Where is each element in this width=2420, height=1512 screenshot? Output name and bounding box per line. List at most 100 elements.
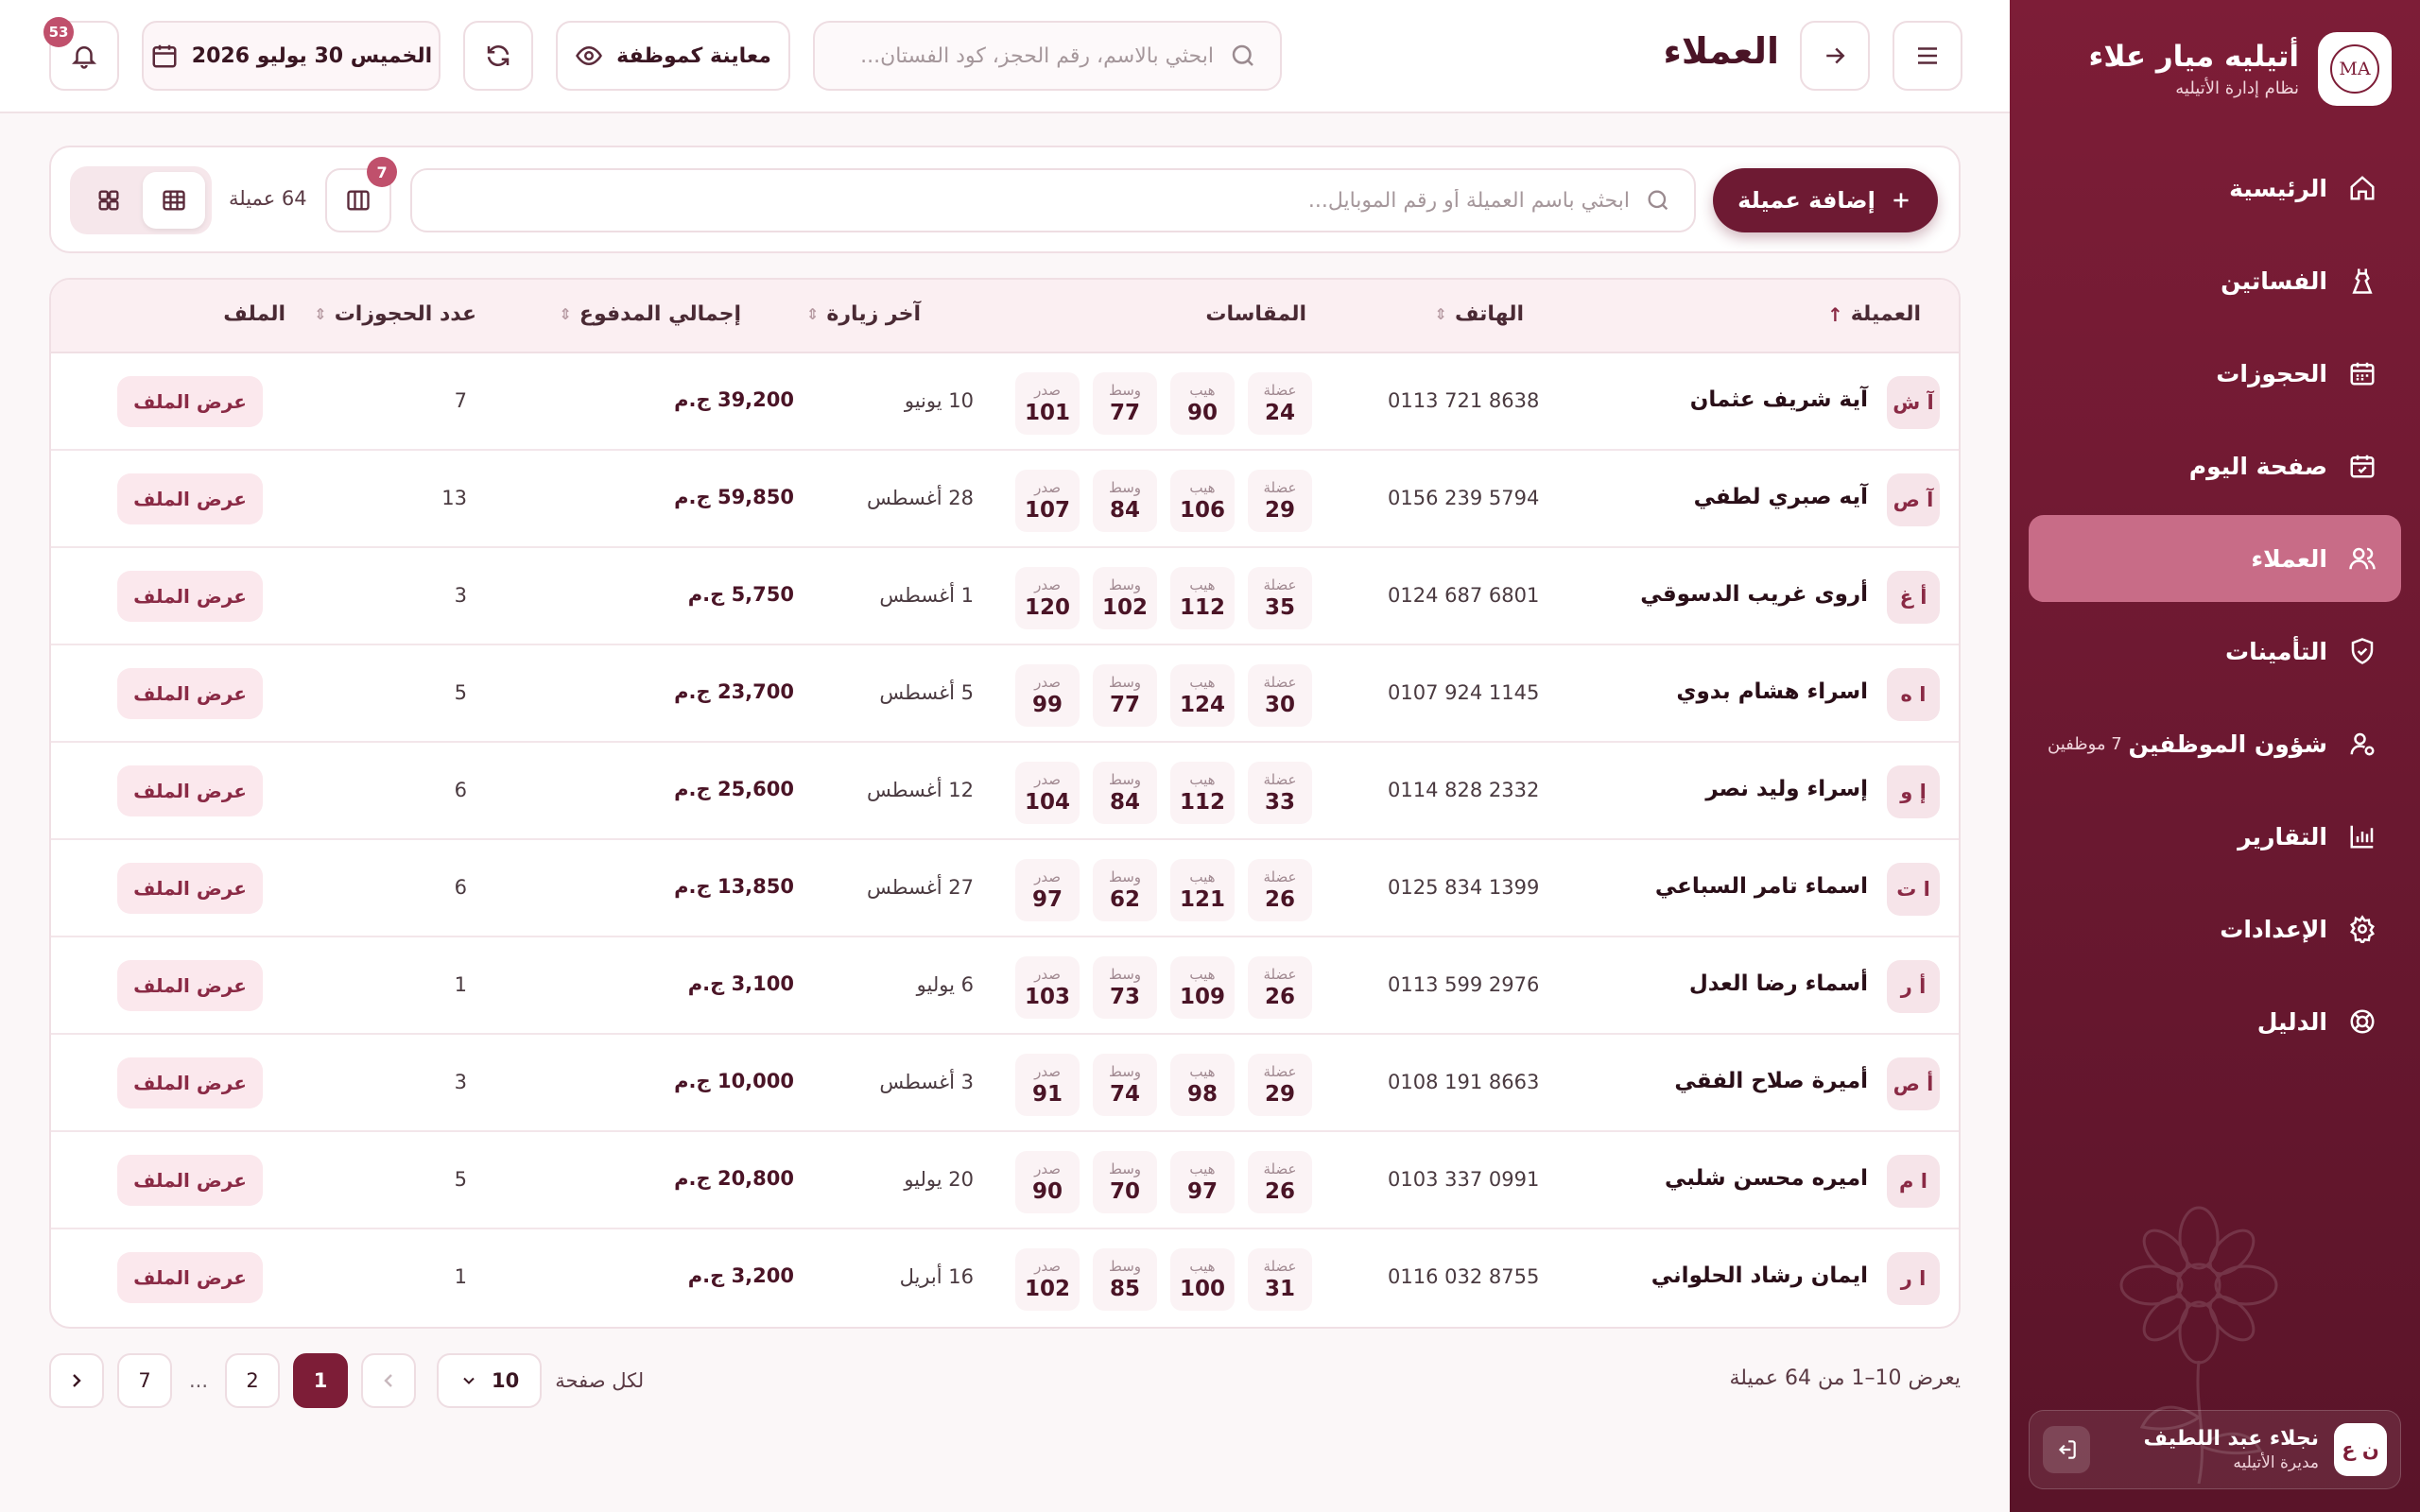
page-button-7[interactable]: 7 xyxy=(117,1353,172,1408)
column-header-bookings[interactable]: عدد الحجوزات ⇕ xyxy=(314,302,476,326)
sidebar-item-dresses[interactable]: الفساتين xyxy=(2029,237,2401,324)
view-file-button[interactable]: عرض الملف xyxy=(117,1057,263,1108)
calendar-icon xyxy=(152,44,177,68)
global-search-input[interactable] xyxy=(838,43,1214,68)
sidebar-item-reports[interactable]: التقارير xyxy=(2029,793,2401,880)
table-row[interactable]: آ ش آية شريف عثمان 0113 721 8638 صدر 101 وسط 7… xyxy=(51,353,1959,451)
logout-button[interactable] xyxy=(2043,1426,2090,1473)
view-file-button[interactable]: عرض الملف xyxy=(117,1155,263,1206)
column-header-last-visit[interactable]: آخر زيارة ⇕ xyxy=(806,302,921,326)
measurement-label: هيب xyxy=(1189,868,1216,885)
column-header-label: الهاتف xyxy=(1454,302,1524,326)
client-name[interactable]: اميره محسن شلبي xyxy=(1665,1166,1868,1191)
client-search[interactable] xyxy=(410,168,1696,232)
client-name[interactable]: آية شريف عثمان xyxy=(1690,387,1868,412)
user-gear-icon xyxy=(2346,728,2378,760)
client-avatar: أ غ xyxy=(1887,571,1940,624)
add-client-button[interactable]: إضافة عميلة xyxy=(1713,168,1938,232)
sidebar-item-guide[interactable]: الدليل xyxy=(2029,978,2401,1065)
measurement-label: وسط xyxy=(1108,868,1142,885)
column-header-client[interactable]: العميلة ↑ xyxy=(1827,302,1921,326)
measurement-waist: وسط 84 xyxy=(1093,470,1157,532)
notifications-button[interactable]: 53 xyxy=(43,17,119,91)
next-page-button[interactable] xyxy=(49,1353,104,1408)
menu-button[interactable] xyxy=(1893,21,1962,91)
dress-icon xyxy=(2346,265,2378,297)
view-file-button[interactable]: عرض الملف xyxy=(117,863,263,914)
client-phone: 0103 337 0991 xyxy=(1388,1168,1540,1191)
view-file-button[interactable]: عرض الملف xyxy=(117,473,263,524)
table-row[interactable]: ا ر ايمان رشاد الحلواني 0116 032 8755 صدر 10… xyxy=(51,1229,1959,1327)
measurement-label: وسط xyxy=(1108,1063,1142,1080)
bookings-count: 3 xyxy=(454,584,467,607)
forward-button[interactable] xyxy=(1800,21,1870,91)
page-button-1[interactable]: 1 xyxy=(293,1353,349,1408)
measurement-label: وسط xyxy=(1108,1258,1142,1275)
measurements-group: صدر 99 وسط 77 هيب 124 عضلة 30 xyxy=(1015,664,1312,727)
total-paid: 25,600 ج.م xyxy=(674,778,794,800)
view-file-button[interactable]: عرض الملف xyxy=(117,571,263,622)
grid-view-button[interactable] xyxy=(78,172,140,229)
table-row[interactable]: أ ر أسماء رضا العدل 0113 599 2976 صدر 103 وسط… xyxy=(51,937,1959,1035)
table-header: العميلة ↑ الهاتف ⇕ المقاسات آخر زيارة ⇕ إجم… xyxy=(51,280,1959,353)
client-name[interactable]: اسماء تامر السباعي xyxy=(1655,874,1868,899)
client-name[interactable]: أروى غريب الدسوقي xyxy=(1640,582,1868,607)
sort-icon: ⇕ xyxy=(1434,305,1447,323)
measurement-value: 85 xyxy=(1110,1277,1141,1301)
calendar-icon xyxy=(2346,357,2378,389)
client-name[interactable]: آيه صبري لطفي xyxy=(1694,485,1868,509)
global-search[interactable] xyxy=(813,21,1282,91)
last-visit: 3 أغسطس xyxy=(879,1071,974,1093)
refresh-button[interactable] xyxy=(463,21,533,91)
preview-as-employee-button[interactable]: معاينة كموظفة xyxy=(556,21,790,91)
measurement-value: 70 xyxy=(1110,1179,1141,1204)
client-name[interactable]: إسراء وليد نصر xyxy=(1705,777,1868,801)
column-header-total-paid[interactable]: إجمالي المدفوع ⇕ xyxy=(560,302,741,326)
columns-button[interactable]: 7 xyxy=(325,157,397,232)
view-file-button[interactable]: عرض الملف xyxy=(117,960,263,1011)
client-name[interactable]: اسراء هشام بدوي xyxy=(1676,679,1868,704)
current-date: الخميس 30 يوليو 2026 xyxy=(191,43,433,68)
measurement-bust: صدر 102 xyxy=(1015,1248,1080,1311)
client-name[interactable]: أميرة صلاح الفقي xyxy=(1674,1069,1868,1093)
user-avatar: ن ع xyxy=(2334,1423,2387,1476)
table-row[interactable]: آ ص آيه صبري لطفي 0156 239 5794 صدر 107 وسط 84… xyxy=(51,451,1959,548)
table-row[interactable]: ا ه اسراء هشام بدوي 0107 924 1145 صدر 99 وسط 7… xyxy=(51,645,1959,743)
sidebar-item-today[interactable]: صفحة اليوم xyxy=(2029,422,2401,509)
brand-logo: MA xyxy=(2318,32,2392,106)
view-file-button[interactable]: عرض الملف xyxy=(117,1252,263,1303)
measurement-arm: عضلة 31 xyxy=(1248,1248,1312,1311)
chevron-right-icon xyxy=(73,1374,81,1387)
sidebar-item-bookings[interactable]: الحجوزات xyxy=(2029,330,2401,417)
client-name[interactable]: ايمان رشاد الحلواني xyxy=(1651,1263,1868,1288)
table-row[interactable]: ا م اميره محسن شلبي 0103 337 0991 صدر 90 وسط 7… xyxy=(51,1132,1959,1229)
sidebar-item-deposits[interactable]: التأمينات xyxy=(2029,608,2401,695)
sidebar-item-staff[interactable]: شؤون الموظفين 7 موظفين xyxy=(2029,700,2401,787)
sort-icon: ⇕ xyxy=(314,305,327,323)
client-name[interactable]: أسماء رضا العدل xyxy=(1689,971,1868,996)
table-row[interactable]: أ ص أميرة صلاح الفقي 0108 191 8663 صدر 91 وسط… xyxy=(51,1035,1959,1132)
prev-page-button[interactable] xyxy=(361,1353,417,1408)
sidebar-nav: الرئيسية الفساتين الحجوزات صفحة اليوم ال… xyxy=(2029,145,2401,1071)
measurement-waist: وسط 73 xyxy=(1093,956,1157,1019)
measurement-label: صدر xyxy=(1034,479,1061,496)
view-file-button[interactable]: عرض الملف xyxy=(117,765,263,816)
client-search-input[interactable] xyxy=(435,188,1630,213)
table-row[interactable]: أ غ أروى غريب الدسوقي 0124 687 6801 صدر 120 و… xyxy=(51,548,1959,645)
sidebar-item-clients[interactable]: العملاء xyxy=(2029,515,2401,602)
date-display[interactable]: الخميس 30 يوليو 2026 xyxy=(142,21,441,91)
sidebar-item-home[interactable]: الرئيسية xyxy=(2029,145,2401,232)
per-page-select[interactable]: 10 xyxy=(437,1353,543,1408)
table-row[interactable]: ا ت اسماء تامر السباعي 0125 834 1399 صدر 97 و… xyxy=(51,840,1959,937)
measurement-value: 24 xyxy=(1265,401,1296,425)
table-view-button[interactable] xyxy=(142,172,205,229)
last-visit: 20 يوليو xyxy=(904,1168,974,1191)
column-header-label: العميلة xyxy=(1850,302,1921,326)
sidebar-item-settings[interactable]: الإعدادات xyxy=(2029,885,2401,972)
page-button-2[interactable]: 2 xyxy=(225,1353,281,1408)
table-row[interactable]: إ و إسراء وليد نصر 0114 828 2332 صدر 104 وسط 8… xyxy=(51,743,1959,840)
view-file-button[interactable]: عرض الملف xyxy=(117,376,263,427)
measurement-hip: هيب 100 xyxy=(1170,1248,1235,1311)
view-file-button[interactable]: عرض الملف xyxy=(117,668,263,719)
column-header-phone[interactable]: الهاتف ⇕ xyxy=(1435,302,1524,326)
